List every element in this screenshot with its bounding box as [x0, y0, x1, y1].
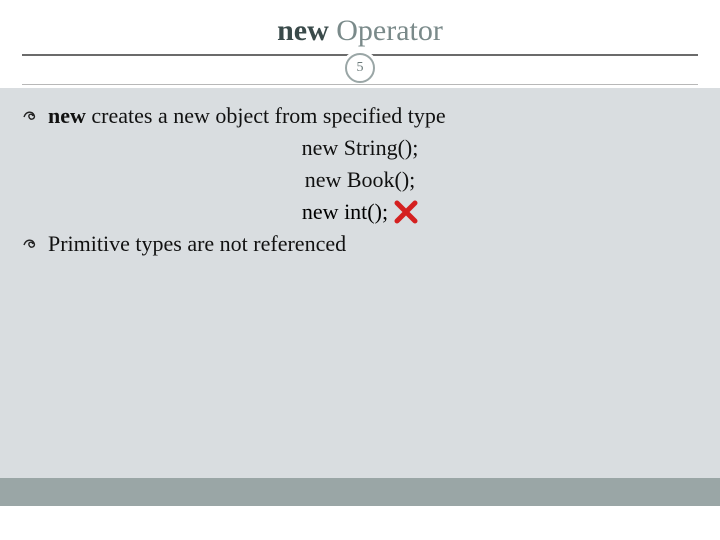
page-number: 5 — [357, 60, 364, 76]
cross-icon — [394, 200, 418, 224]
code-line-1: new String(); — [22, 132, 698, 164]
code-line-2: new Book(); — [22, 164, 698, 196]
bullet-2-text: Primitive types are not referenced — [48, 228, 346, 260]
bullet-icon — [22, 231, 44, 260]
bullet-line-2: Primitive types are not referenced — [22, 228, 698, 260]
page-number-badge: 5 — [345, 53, 375, 83]
bullet-icon — [22, 103, 44, 132]
title-rest: Operator — [329, 14, 443, 47]
bullet-1-bold: new — [48, 103, 86, 128]
code-line-3: new int(); — [22, 196, 698, 228]
slide: new Operator 5 new creates a new object … — [0, 0, 720, 540]
content-area: new creates a new object from specified … — [0, 88, 720, 506]
title-rule: 5 — [0, 54, 720, 88]
slide-title: new Operator — [0, 14, 720, 48]
bullet-1-rest: creates a new object from specified type — [86, 103, 446, 128]
bullet-line-1: new creates a new object from specified … — [22, 100, 698, 132]
rule-bottom — [22, 84, 698, 85]
title-area: new Operator — [0, 0, 720, 54]
bullet-1-text: new creates a new object from specified … — [48, 100, 446, 132]
footer-bar — [0, 478, 720, 506]
title-bold: new — [277, 14, 329, 47]
code-line-3-text: new int(); — [302, 196, 388, 228]
